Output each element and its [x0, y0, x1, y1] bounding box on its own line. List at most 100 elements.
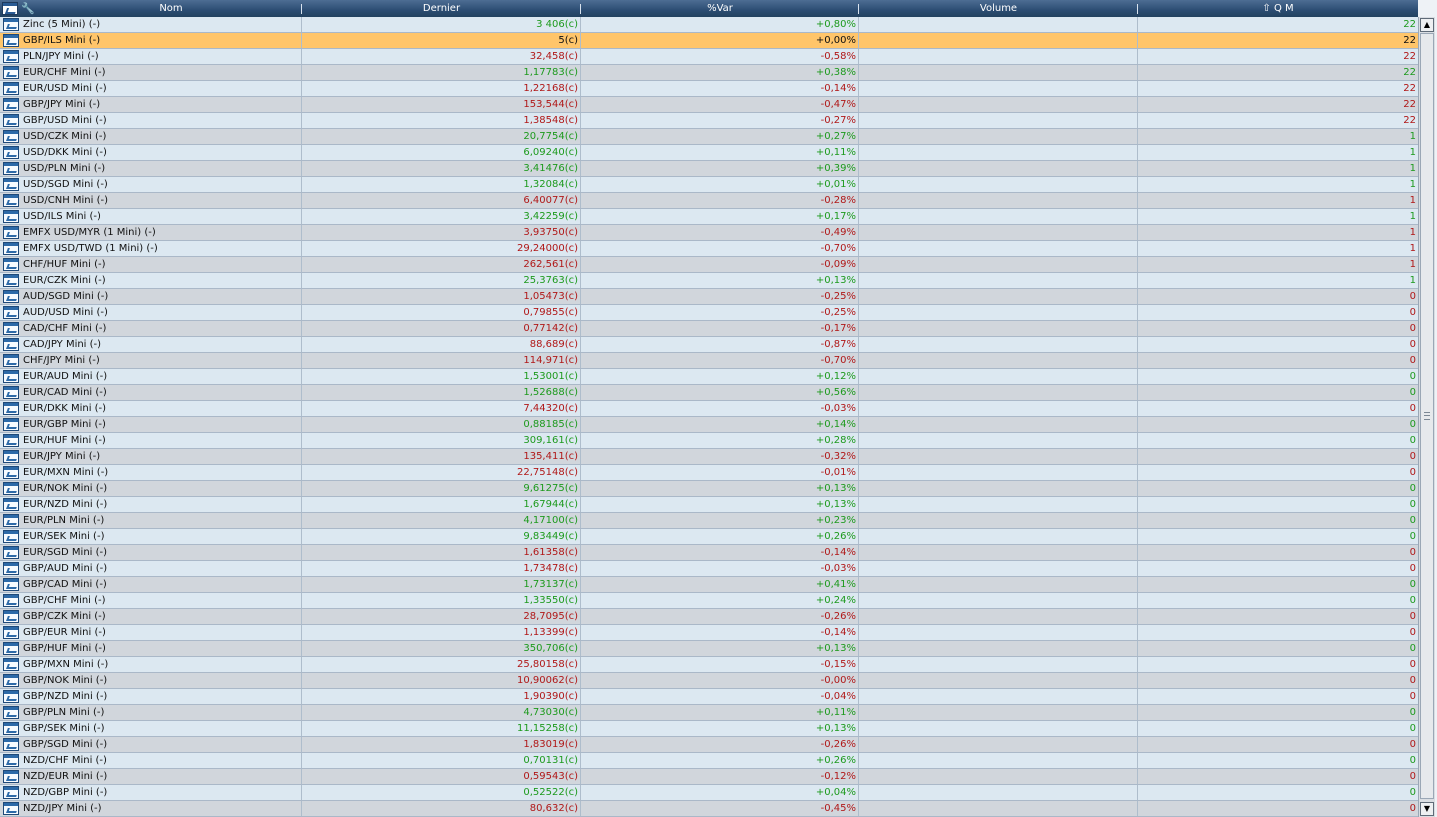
table-row[interactable]: GBP/SGD Mini (-) 1,83019(c) -0,26% 0 — [0, 737, 1418, 753]
row-icon-cell[interactable] — [0, 193, 21, 209]
table-row[interactable]: GBP/NOK Mini (-) 10,90062(c) -0,00% 0 — [0, 673, 1418, 689]
window-chart-icon[interactable] — [3, 754, 19, 767]
window-chart-icon[interactable] — [3, 274, 19, 287]
table-row[interactable]: CHF/JPY Mini (-) 114,971(c) -0,70% 0 — [0, 353, 1418, 369]
row-icon-cell[interactable] — [0, 241, 21, 257]
table-row[interactable]: NZD/JPY Mini (-) 80,632(c) -0,45% 0 — [0, 801, 1418, 817]
window-chart-icon[interactable] — [3, 530, 19, 543]
row-icon-cell[interactable] — [0, 401, 21, 417]
table-row[interactable]: USD/SGD Mini (-) 1,32084(c) +0,01% 1 — [0, 177, 1418, 193]
table-row[interactable]: EUR/CZK Mini (-) 25,3763(c) +0,13% 1 — [0, 273, 1418, 289]
window-chart-icon[interactable] — [3, 418, 19, 431]
window-chart-icon[interactable] — [3, 722, 19, 735]
row-icon-cell[interactable] — [0, 177, 21, 193]
window-chart-icon[interactable] — [3, 338, 19, 351]
window-chart-icon[interactable] — [3, 50, 19, 63]
row-icon-cell[interactable] — [0, 145, 21, 161]
window-chart-icon[interactable] — [3, 482, 19, 495]
row-icon-cell[interactable] — [0, 689, 21, 705]
window-chart-icon[interactable] — [3, 242, 19, 255]
row-icon-cell[interactable] — [0, 321, 21, 337]
row-icon-cell[interactable] — [0, 705, 21, 721]
row-icon-cell[interactable] — [0, 417, 21, 433]
window-chart-icon[interactable] — [3, 610, 19, 623]
window-chart-icon[interactable] — [3, 434, 19, 447]
table-row[interactable]: EUR/SEK Mini (-) 9,83449(c) +0,26% 0 — [0, 529, 1418, 545]
column-header-volume[interactable]: Volume — [859, 0, 1138, 17]
table-row[interactable]: GBP/USD Mini (-) 1,38548(c) -0,27% 22 — [0, 113, 1418, 129]
row-icon-cell[interactable] — [0, 513, 21, 529]
column-header-nom[interactable]: Nom — [40, 0, 302, 17]
table-row[interactable]: CHF/HUF Mini (-) 262,561(c) -0,09% 1 — [0, 257, 1418, 273]
row-icon-cell[interactable] — [0, 481, 21, 497]
window-chart-icon[interactable] — [3, 82, 19, 95]
scroll-thumb[interactable] — [1420, 33, 1434, 799]
window-chart-icon[interactable] — [3, 386, 19, 399]
window-chart-icon[interactable] — [3, 258, 19, 271]
table-row[interactable]: GBP/AUD Mini (-) 1,73478(c) -0,03% 0 — [0, 561, 1418, 577]
table-row[interactable]: EUR/DKK Mini (-) 7,44320(c) -0,03% 0 — [0, 401, 1418, 417]
row-icon-cell[interactable] — [0, 721, 21, 737]
row-icon-cell[interactable] — [0, 433, 21, 449]
table-row[interactable]: GBP/SEK Mini (-) 11,15258(c) +0,13% 0 — [0, 721, 1418, 737]
row-icon-cell[interactable] — [0, 49, 21, 65]
window-chart-icon[interactable] — [3, 194, 19, 207]
row-icon-cell[interactable] — [0, 769, 21, 785]
window-chart-icon[interactable] — [3, 306, 19, 319]
vertical-scrollbar[interactable]: ▲ ▼ — [1418, 17, 1435, 817]
table-row[interactable]: GBP/HUF Mini (-) 350,706(c) +0,13% 0 — [0, 641, 1418, 657]
table-row[interactable]: EUR/USD Mini (-) 1,22168(c) -0,14% 22 — [0, 81, 1418, 97]
table-row[interactable]: EMFX USD/MYR (1 Mini) (-) 3,93750(c) -0,49… — [0, 225, 1418, 241]
window-chart-icon[interactable] — [3, 706, 19, 719]
wrench-icon[interactable]: 🔧 — [21, 2, 35, 15]
row-icon-cell[interactable] — [0, 97, 21, 113]
table-row[interactable]: AUD/SGD Mini (-) 1,05473(c) -0,25% 0 — [0, 289, 1418, 305]
row-icon-cell[interactable] — [0, 641, 21, 657]
row-icon-cell[interactable] — [0, 305, 21, 321]
window-chart-icon[interactable] — [3, 354, 19, 367]
table-row[interactable]: Zinc (5 Mini) (-) 3 406(c) +0,80% 22 — [0, 17, 1418, 33]
row-icon-cell[interactable] — [0, 465, 21, 481]
window-chart-icon[interactable] — [3, 130, 19, 143]
window-chart-icon[interactable] — [3, 162, 19, 175]
window-chart-icon[interactable] — [3, 578, 19, 591]
window-chart-icon[interactable] — [3, 738, 19, 751]
row-icon-cell[interactable] — [0, 113, 21, 129]
table-row[interactable]: EUR/MXN Mini (-) 22,75148(c) -0,01% 0 — [0, 465, 1418, 481]
table-row[interactable]: GBP/NZD Mini (-) 1,90390(c) -0,04% 0 — [0, 689, 1418, 705]
table-row[interactable]: USD/PLN Mini (-) 3,41476(c) +0,39% 1 — [0, 161, 1418, 177]
row-icon-cell[interactable] — [0, 369, 21, 385]
table-row[interactable]: GBP/CAD Mini (-) 1,73137(c) +0,41% 0 — [0, 577, 1418, 593]
table-row[interactable]: USD/CNH Mini (-) 6,40077(c) -0,28% 1 — [0, 193, 1418, 209]
table-row[interactable]: CAD/JPY Mini (-) 88,689(c) -0,87% 0 — [0, 337, 1418, 353]
row-icon-cell[interactable] — [0, 161, 21, 177]
window-chart-icon[interactable] — [3, 290, 19, 303]
window-chart-icon[interactable] — [3, 226, 19, 239]
window-chart-icon[interactable] — [3, 690, 19, 703]
table-row[interactable]: EUR/JPY Mini (-) 135,411(c) -0,32% 0 — [0, 449, 1418, 465]
row-icon-cell[interactable] — [0, 497, 21, 513]
row-icon-cell[interactable] — [0, 609, 21, 625]
window-chart-icon[interactable] — [3, 114, 19, 127]
row-icon-cell[interactable] — [0, 273, 21, 289]
window-chart-icon[interactable] — [3, 642, 19, 655]
window-chart-icon[interactable] — [2, 2, 18, 15]
row-icon-cell[interactable] — [0, 385, 21, 401]
row-icon-cell[interactable] — [0, 129, 21, 145]
row-icon-cell[interactable] — [0, 33, 21, 49]
row-icon-cell[interactable] — [0, 449, 21, 465]
scroll-up-button[interactable]: ▲ — [1420, 18, 1434, 32]
table-row[interactable]: NZD/CHF Mini (-) 0,70131(c) +0,26% 0 — [0, 753, 1418, 769]
window-chart-icon[interactable] — [3, 146, 19, 159]
table-row[interactable]: EUR/PLN Mini (-) 4,17100(c) +0,23% 0 — [0, 513, 1418, 529]
table-row[interactable]: EUR/GBP Mini (-) 0,88185(c) +0,14% 0 — [0, 417, 1418, 433]
window-chart-icon[interactable] — [3, 562, 19, 575]
row-icon-cell[interactable] — [0, 577, 21, 593]
window-chart-icon[interactable] — [3, 546, 19, 559]
row-icon-cell[interactable] — [0, 65, 21, 81]
window-chart-icon[interactable] — [3, 370, 19, 383]
table-row[interactable]: PLN/JPY Mini (-) 32,458(c) -0,58% 22 — [0, 49, 1418, 65]
table-row[interactable]: EUR/NOK Mini (-) 9,61275(c) +0,13% 0 — [0, 481, 1418, 497]
column-header-dernier[interactable]: Dernier — [302, 0, 581, 17]
window-chart-icon[interactable] — [3, 498, 19, 511]
